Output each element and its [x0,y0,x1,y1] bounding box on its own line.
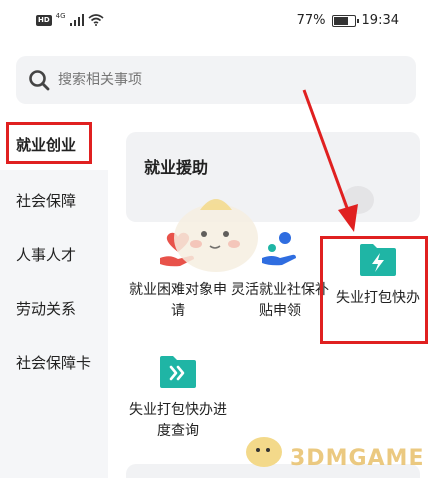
annotation-box-service [320,236,428,344]
hd-badge: HD [36,14,52,26]
search-icon [29,70,50,91]
service-label: 灵活就业社保补贴申领 [231,282,329,319]
battery-percent: 77% [296,13,326,28]
sidebar-item-label: 劳动关系 [16,299,77,318]
sidebar-item-label: 社会保障 [16,191,77,210]
sidebar-item-labor-relations[interactable]: 劳动关系 [0,282,108,334]
sidebar-item-label: 社会保障卡 [16,353,92,372]
category-sidebar: 就业创业 社会保障 人事人才 劳动关系 社会保障卡 [0,118,108,478]
battery-icon [331,14,359,27]
sidebar-item-label: 人事人才 [16,245,77,264]
service-label: 失业打包快办进度查询 [129,402,227,439]
sidebar-item-social-security-card[interactable]: 社会保障卡 [0,336,108,388]
battery-fill [333,16,349,25]
wifi-icon [88,14,104,26]
service-unemployment-package-progress[interactable]: 失业打包快办进度查询 [126,354,230,442]
annotation-box-sidebar [6,122,92,164]
sidebar-item-personnel[interactable]: 人事人才 [0,228,108,280]
watermark-text: 3DMGAME [290,446,425,471]
status-bar: HD 4G 77% 19:34 [0,0,431,44]
status-right: 77% 19:34 [297,13,399,28]
network-type: 4G [55,12,66,20]
folder-forward-icon [160,356,196,388]
status-left: HD 4G [36,12,104,26]
sidebar-item-social-security[interactable]: 社会保障 [0,174,108,226]
signal-icon [69,14,84,26]
service-label: 就业困难对象申请 [129,282,227,319]
section-title: 就业援助 [144,158,209,177]
watermark-mascot-icon [246,437,282,467]
mascot-icon [174,199,258,272]
annotation-arrow-icon [302,89,358,232]
clock: 19:34 [361,13,399,28]
